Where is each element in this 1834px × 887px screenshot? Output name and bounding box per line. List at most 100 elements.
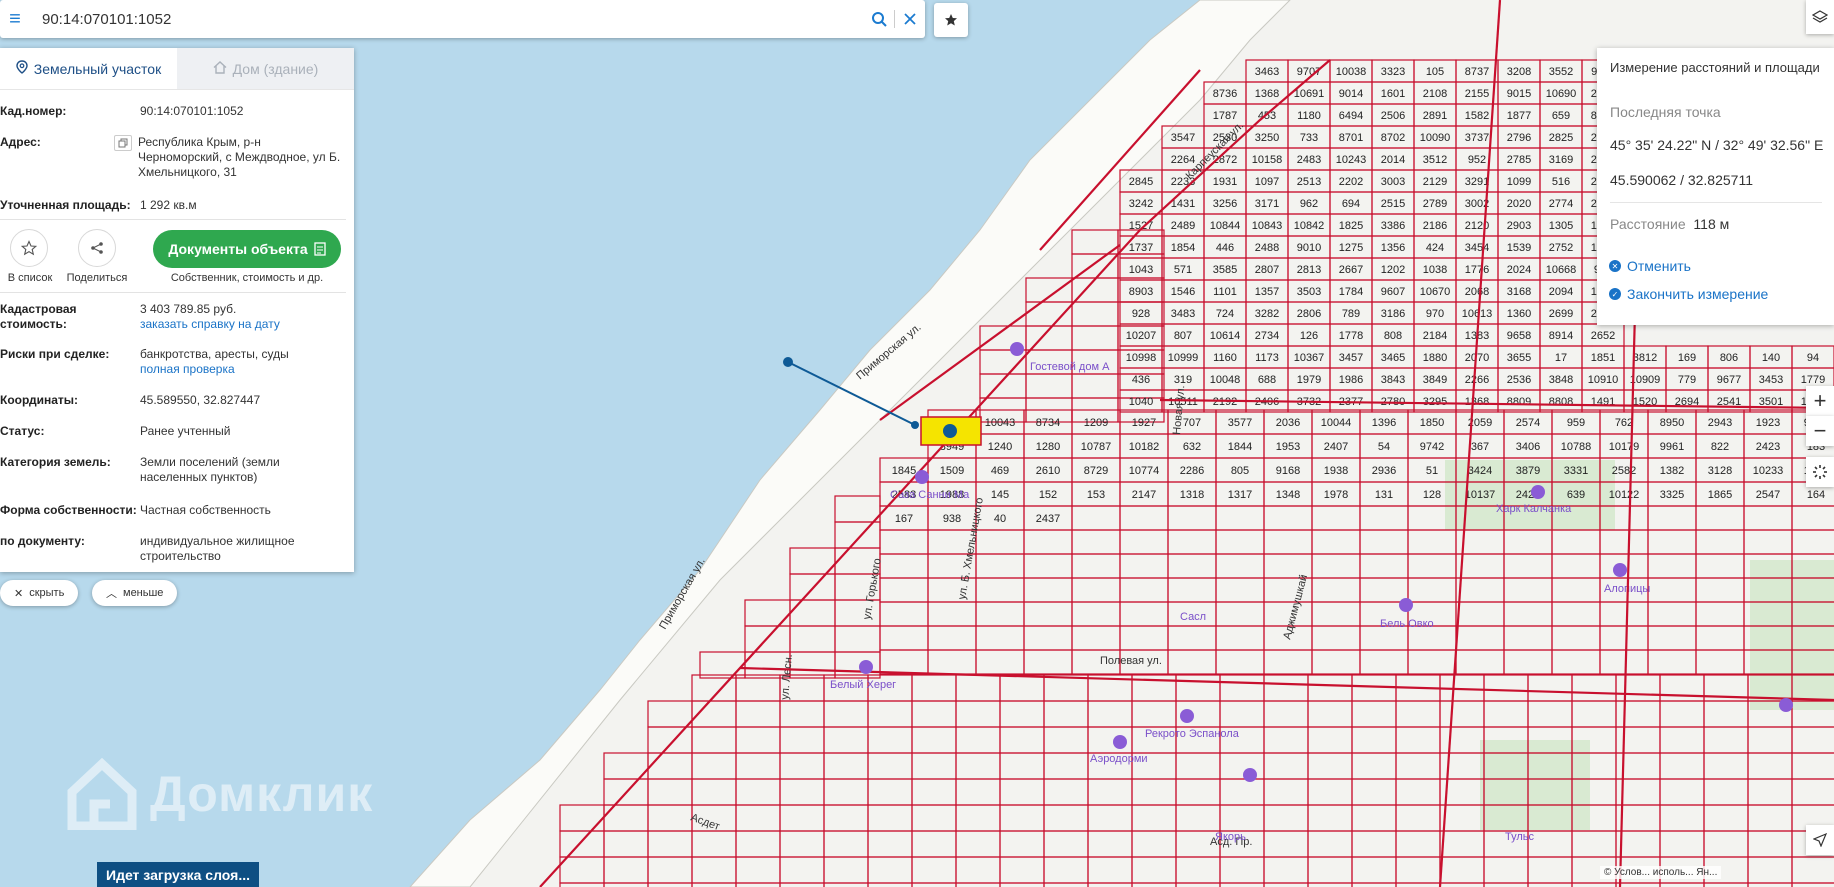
parcel-number: 2652 xyxy=(1591,330,1615,342)
poi-name[interactable]: Харк Калчанка xyxy=(1496,503,1572,515)
cadastral-number-link[interactable]: 90:14:070101:1052 xyxy=(140,104,346,119)
distance-label: Расстояние xyxy=(1610,216,1686,232)
parcel-number: 3186 xyxy=(1381,308,1405,320)
measurement-title: Измерение расстояний и площади xyxy=(1610,60,1820,75)
parcel-number: 9607 xyxy=(1381,286,1405,298)
parcel-number: 1305 xyxy=(1549,220,1573,232)
parcel-number: 2014 xyxy=(1381,154,1405,166)
parcel-number: 2266 xyxy=(1465,374,1489,386)
poi-name[interactable]: Рекрото Эспанола xyxy=(1145,728,1240,740)
parcel-number: 1979 xyxy=(1297,374,1321,386)
parcel-number: 3737 xyxy=(1465,132,1489,144)
parcel-number: 962 xyxy=(1300,198,1318,210)
menu-icon[interactable]: ≡ xyxy=(0,0,30,38)
last-point-label: Последняя точка xyxy=(1610,104,1721,120)
parcel-number: 1318 xyxy=(1180,489,1204,501)
order-statement-link[interactable]: заказать справку на дату xyxy=(140,317,346,332)
tab-land-label: Земельный участок xyxy=(33,60,162,77)
parcel-number: 1173 xyxy=(1255,352,1279,364)
hide-panel-button[interactable]: ✕ скрыть xyxy=(0,580,79,606)
chevron-up-icon: ︿ xyxy=(106,588,117,600)
cancel-measurement-button[interactable]: ✕ Отменить xyxy=(1609,258,1691,274)
poi-name[interactable]: Тульс xyxy=(1505,831,1535,843)
parcel-number: 3843 xyxy=(1381,374,1405,386)
object-documents-button[interactable]: Документы объекта xyxy=(153,230,341,268)
less-label: меньше xyxy=(123,587,164,599)
less-button[interactable]: ︿ меньше xyxy=(92,580,178,606)
parcel-number: 10137 xyxy=(1465,489,1496,501)
tab-building[interactable]: Дом (здание) xyxy=(177,48,354,89)
info-row-coords: Координаты: 45.589550, 32.827447 xyxy=(0,393,354,408)
parcel-number: 2807 xyxy=(1255,264,1279,276)
parcel-number: 3848 xyxy=(1549,374,1573,386)
parcel-number: 3325 xyxy=(1660,489,1684,501)
parcel-number: 1043 xyxy=(1129,264,1153,276)
parcel-number: 2024 xyxy=(1507,264,1531,276)
parcel-number: 8736 xyxy=(1213,88,1237,100)
parcel-number: 639 xyxy=(1567,489,1585,501)
favorite-star-icon[interactable] xyxy=(934,3,968,37)
parcel-number: 51 xyxy=(1426,465,1438,477)
info-row-cadastral: Кад.номер: 90:14:070101:1052 xyxy=(0,104,354,119)
poi-name[interactable]: Гостевой дом А xyxy=(1030,361,1110,373)
map-attribution[interactable]: © Услов... исполь... Ян... xyxy=(1600,866,1722,879)
parcel-number: 3512 xyxy=(1423,154,1447,166)
parcel-number: 2192 xyxy=(1213,396,1237,408)
parcel-number: 140 xyxy=(1762,352,1780,364)
measurement-start-point[interactable] xyxy=(783,357,793,367)
parcel-number: 2155 xyxy=(1465,88,1489,100)
poi-name[interactable]: Сасл xyxy=(1180,611,1206,623)
parcel-number: 1357 xyxy=(1255,286,1279,298)
document-icon xyxy=(313,242,326,256)
parcel-number: 1778 xyxy=(1339,330,1363,342)
full-check-link[interactable]: полная проверка xyxy=(140,362,346,377)
domclick-watermark: Домклик xyxy=(66,758,373,830)
parcel-number: 3454 xyxy=(1465,242,1489,254)
parcel-number: 9015 xyxy=(1507,88,1531,100)
parcel-number: 2202 xyxy=(1339,176,1363,188)
coords-value: 45.589550, 32.827447 xyxy=(140,393,261,407)
parcel-location-marker[interactable] xyxy=(943,424,957,438)
parcel-number: 8729 xyxy=(1084,465,1108,477)
poi-name[interactable]: Бель Овко xyxy=(1380,618,1434,630)
search-icon[interactable] xyxy=(864,0,894,38)
tab-land-plot[interactable]: Земельный участок xyxy=(0,48,177,89)
divider xyxy=(0,292,346,293)
poi-name[interactable]: Аэродорми xyxy=(1090,753,1148,765)
parcel-number: 1582 xyxy=(1465,110,1489,122)
parcel-number: 733 xyxy=(1300,132,1318,144)
zoom-in-button[interactable]: + xyxy=(1806,386,1834,416)
parcel-number: 2774 xyxy=(1549,198,1573,210)
parcel-number: 3424 xyxy=(1468,465,1492,477)
clear-icon[interactable] xyxy=(895,0,925,38)
share-button[interactable] xyxy=(78,229,116,267)
layers-button[interactable] xyxy=(1806,0,1834,34)
parcel-number: 8809 xyxy=(1507,396,1531,408)
finish-measurement-button[interactable]: ✓ Закончить измерение xyxy=(1609,286,1768,302)
parcel-number: 1844 xyxy=(1228,441,1252,453)
parcel-number: 9014 xyxy=(1339,88,1363,100)
measurement-end-point[interactable] xyxy=(911,421,919,429)
poi-name[interactable]: Белый Херег xyxy=(830,679,896,691)
area-label: Уточненная площадь: xyxy=(0,198,131,212)
parcel-number: 2506 xyxy=(1381,110,1405,122)
add-to-list-button[interactable] xyxy=(10,229,48,267)
zoom-out-button[interactable]: − xyxy=(1806,416,1834,446)
parcel-number: 3655 xyxy=(1507,352,1531,364)
copy-icon[interactable] xyxy=(114,135,132,151)
parcel-number: 822 xyxy=(1711,441,1729,453)
parcel-number: 1240 xyxy=(988,441,1012,453)
poi-name[interactable]: Якорь xyxy=(1215,831,1246,843)
cost-label: Кадастровая стоимость: xyxy=(0,302,77,331)
my-location-button[interactable] xyxy=(1806,825,1834,855)
parcel-number: 10038 xyxy=(1336,66,1367,78)
search-input[interactable] xyxy=(30,1,864,37)
parcel-number: 3585 xyxy=(1213,264,1237,276)
parcel-number: 1865 xyxy=(1708,489,1732,501)
parcel-number: 10774 xyxy=(1129,465,1160,477)
parcel-number: 1317 xyxy=(1228,489,1252,501)
parcel-number: 424 xyxy=(1426,242,1444,254)
parcel-number: 2513 xyxy=(1297,176,1321,188)
parcel-number: 1877 xyxy=(1507,110,1531,122)
parcel-number: 145 xyxy=(991,489,1009,501)
